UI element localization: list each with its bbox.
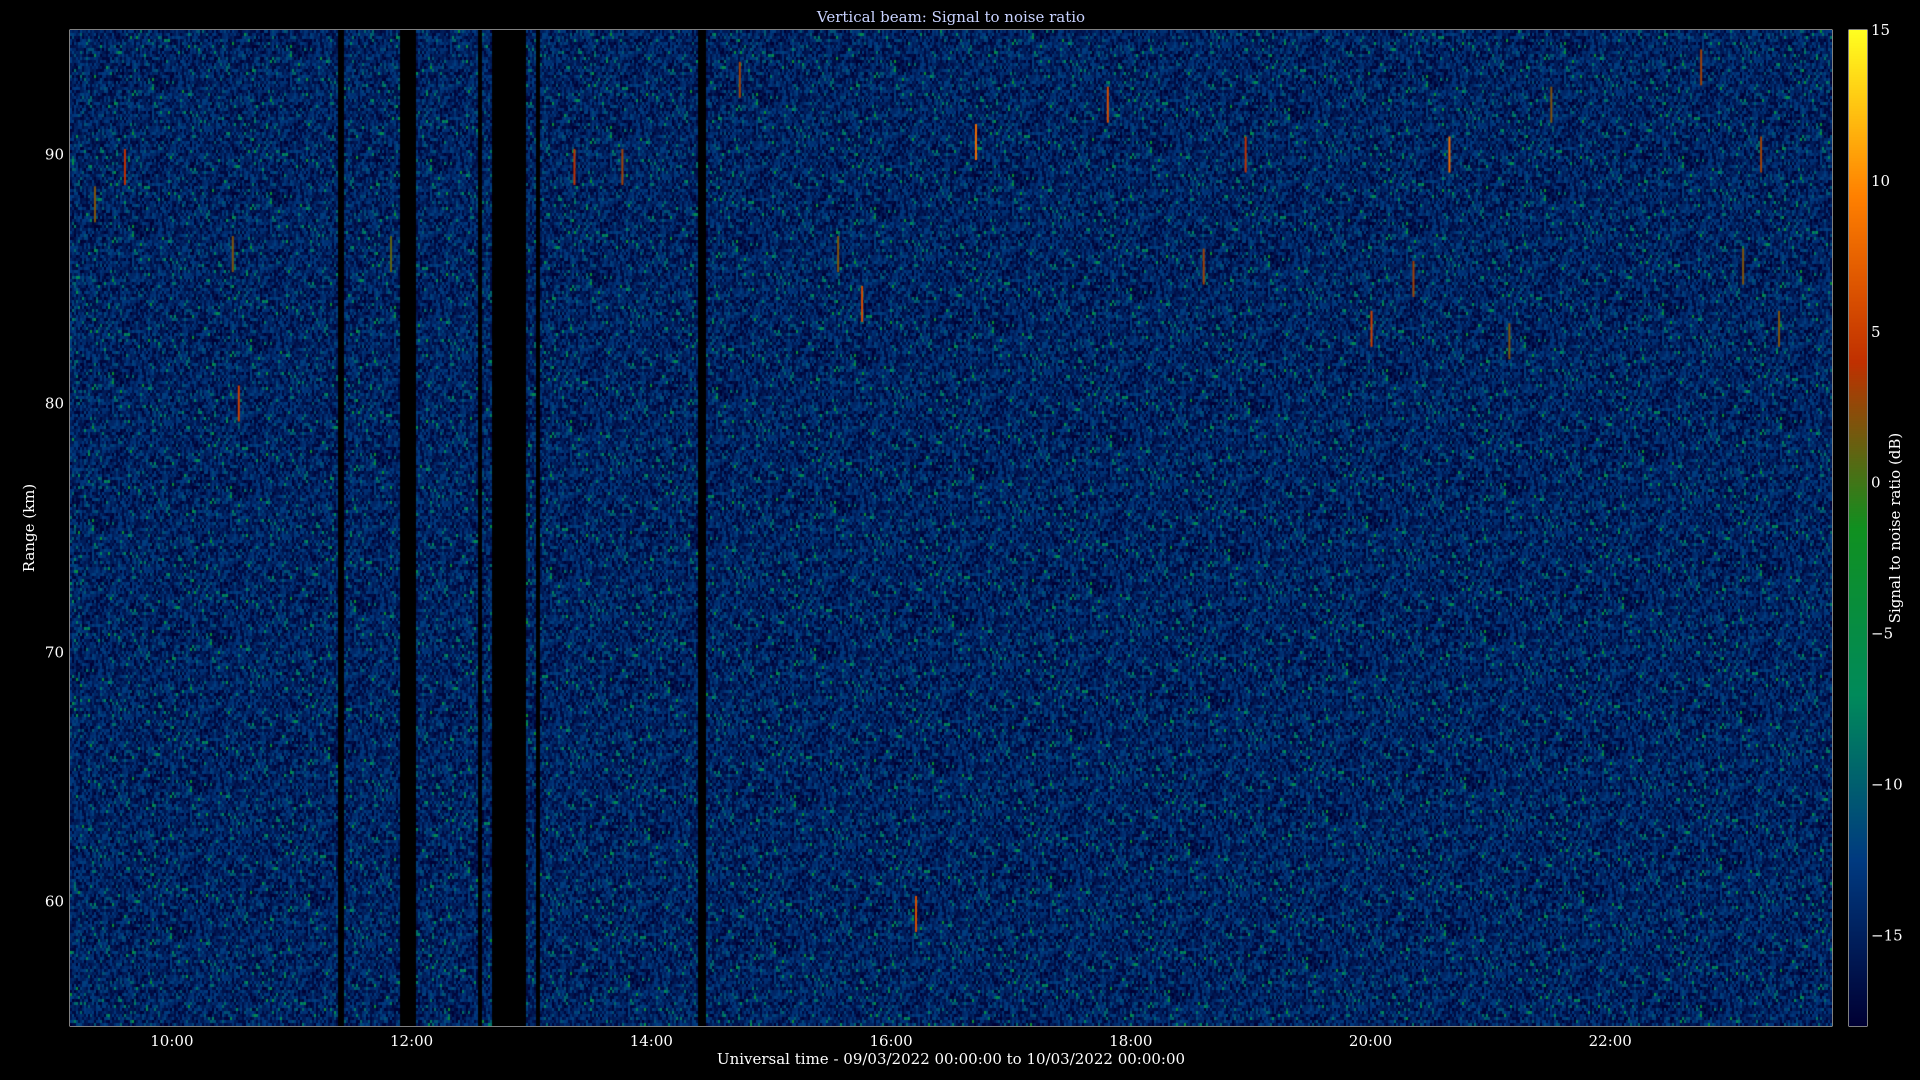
colorbar-tick-label: −15 xyxy=(1871,926,1903,944)
y-tick-label: 90 xyxy=(45,146,64,164)
colorbar-tick-label: 10 xyxy=(1871,172,1890,190)
colorbar-tick-label: 0 xyxy=(1871,474,1881,492)
colorbar-label: Signal to noise ratio (dB) xyxy=(1886,433,1904,624)
x-tick-label: 16:00 xyxy=(869,1032,912,1050)
x-tick-label: 12:00 xyxy=(390,1032,433,1050)
y-tick-label: 60 xyxy=(45,893,64,911)
chart-title: Vertical beam: Signal to noise ratio xyxy=(816,8,1085,26)
y-axis-label: Range (km) xyxy=(20,484,38,573)
x-axis-label: Universal time - 09/03/2022 00:00:00 to … xyxy=(717,1050,1185,1068)
x-tick-label: 22:00 xyxy=(1589,1032,1632,1050)
colorbar-tick-label: 5 xyxy=(1871,323,1881,341)
colorbar xyxy=(1849,30,1867,1026)
colorbar-tick-label: −5 xyxy=(1871,625,1893,643)
x-tick-label: 20:00 xyxy=(1349,1032,1392,1050)
y-tick-label: 80 xyxy=(45,395,64,413)
x-tick-label: 18:00 xyxy=(1109,1032,1152,1050)
x-tick-label: 14:00 xyxy=(630,1032,673,1050)
snr-heatmap xyxy=(70,30,1832,1026)
x-tick-label: 10:00 xyxy=(150,1032,193,1050)
colorbar-tick-label: −10 xyxy=(1871,776,1903,794)
y-tick-label: 70 xyxy=(45,644,64,662)
colorbar-tick-label: 15 xyxy=(1871,21,1890,39)
